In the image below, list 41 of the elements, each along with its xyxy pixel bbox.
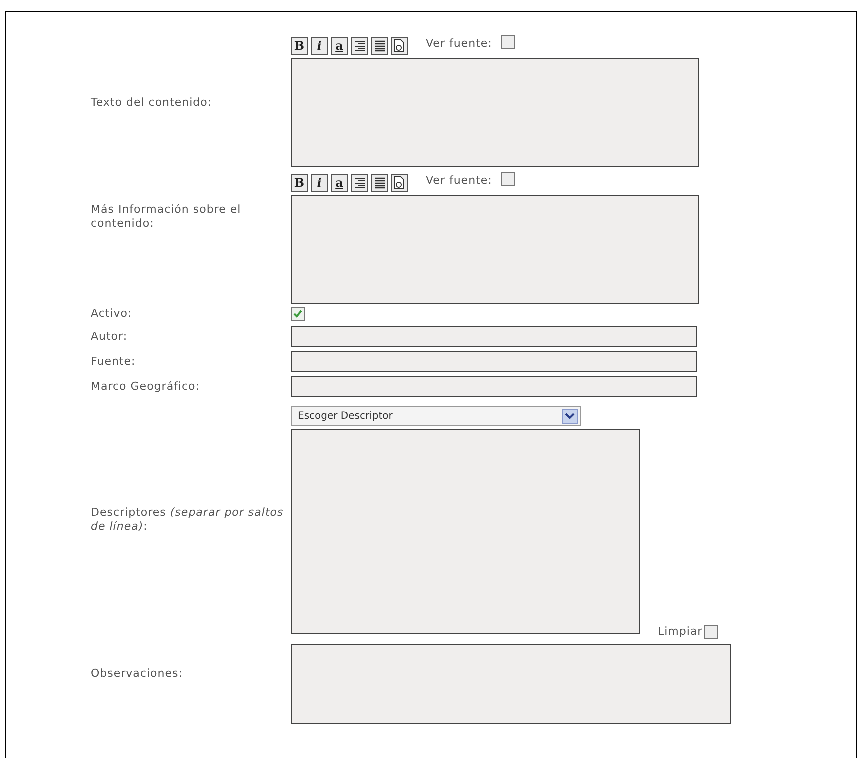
- field-label: Observaciones:: [91, 667, 184, 681]
- toolbar-button[interactable]: [371, 174, 388, 192]
- field-label: Más Información sobre el contenido:: [91, 203, 242, 231]
- input-field[interactable]: [291, 326, 697, 347]
- source-label: Ver fuente:: [426, 174, 492, 188]
- toolbar-button[interactable]: B: [291, 36, 308, 55]
- field-label: Activo:: [91, 307, 134, 321]
- clear-label: Limpiar: [658, 625, 703, 639]
- toolbar-button[interactable]: a: [331, 174, 348, 192]
- input-field[interactable]: [291, 351, 697, 372]
- document-icon: [393, 38, 406, 53]
- field-label: Descriptores (separar por saltos de línea):: [91, 506, 285, 534]
- toolbar-button[interactable]: i: [311, 174, 328, 192]
- justify-icon: [374, 176, 386, 189]
- field-label: Texto del contenido:: [91, 96, 214, 110]
- field-label: Marco Geográfico:: [91, 380, 201, 394]
- input-field[interactable]: [291, 376, 697, 397]
- checkbox[interactable]: [291, 307, 305, 321]
- toolbar-button[interactable]: B: [291, 174, 308, 192]
- toolbar-button[interactable]: [391, 174, 408, 192]
- source-label: Ver fuente:: [426, 36, 492, 51]
- dropdown[interactable]: Escoger Descriptor: [291, 406, 581, 426]
- align-right-icon: [354, 40, 366, 52]
- field-label: Fuente:: [91, 354, 137, 368]
- text-area[interactable]: [291, 58, 699, 167]
- toolbar-button[interactable]: [391, 36, 408, 55]
- justify-icon: [374, 40, 386, 52]
- chevron-down-icon: [562, 408, 578, 424]
- toolbar-button[interactable]: [351, 174, 368, 192]
- checkbox[interactable]: [501, 172, 516, 186]
- checkbox[interactable]: [704, 625, 718, 639]
- align-right-icon: [354, 176, 366, 189]
- document-icon: [393, 176, 406, 190]
- toolbar-button[interactable]: [351, 36, 368, 55]
- text-area[interactable]: [291, 644, 731, 724]
- toolbar-button[interactable]: a: [331, 36, 348, 55]
- toolbar-button[interactable]: [371, 36, 388, 55]
- checkbox[interactable]: [501, 34, 516, 49]
- field-label: Autor:: [91, 330, 129, 344]
- toolbar-button[interactable]: i: [311, 36, 328, 55]
- text-area[interactable]: [291, 194, 699, 304]
